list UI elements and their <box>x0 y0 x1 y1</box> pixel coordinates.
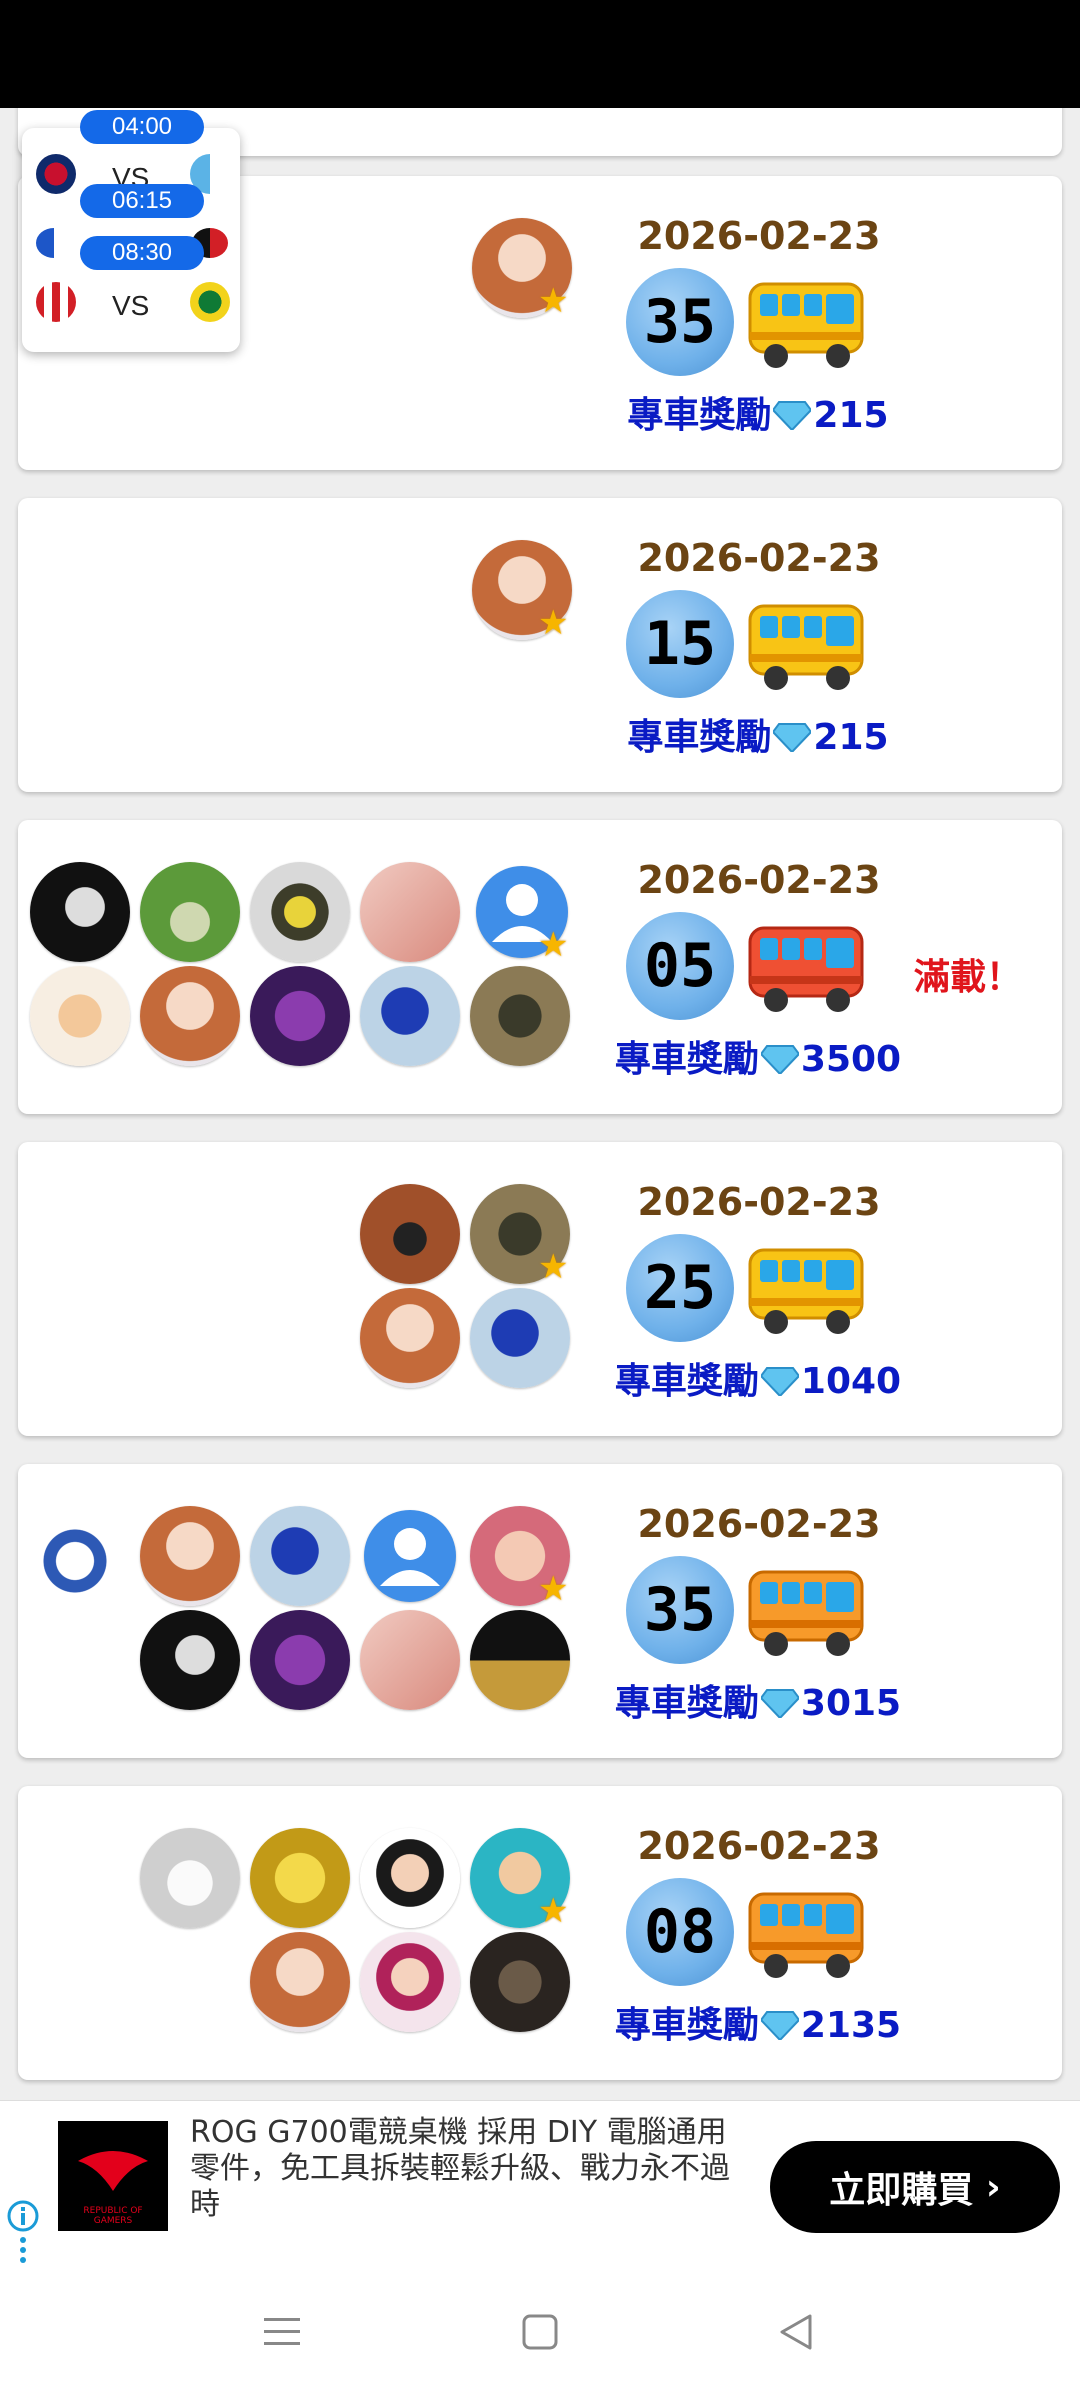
full-load-label: 滿載！ <box>913 957 1022 998</box>
avatar[interactable] <box>140 862 240 962</box>
star-icon: ★ <box>538 1247 569 1287</box>
avatar-default[interactable] <box>364 1510 456 1602</box>
avatar[interactable] <box>250 862 350 962</box>
bus-list[interactable]: ★ 2026-02-23 35 專車獎勵215 ★ 2026-02-23 15 <box>0 108 1080 2100</box>
diamond-icon <box>773 723 812 752</box>
star-icon: ★ <box>538 281 569 321</box>
star-icon: ★ <box>538 925 569 965</box>
team-crest-icon <box>36 228 72 258</box>
bus-card[interactable]: ★ 2026-02-23 25 專車獎勵 1040 <box>18 1142 1062 1436</box>
avatar[interactable] <box>360 1932 460 2032</box>
star-icon: ★ <box>538 1891 569 1931</box>
seat-number: 35 <box>626 268 734 376</box>
avatar[interactable] <box>360 1610 460 1710</box>
card-date: 2026-02-23 <box>637 1824 881 1868</box>
avatar[interactable] <box>470 1932 570 2032</box>
diamond-icon <box>760 2011 799 2040</box>
seat-number: 25 <box>626 1234 734 1342</box>
avatar[interactable] <box>30 1506 130 1606</box>
card-date: 2026-02-23 <box>637 536 881 580</box>
avatar[interactable] <box>250 1828 350 1928</box>
avatar[interactable] <box>250 1506 350 1606</box>
ad-brand-logo[interactable]: REPUBLIC OF GAMERS <box>58 2121 168 2231</box>
diamond-icon <box>760 1367 799 1396</box>
info-icon[interactable] <box>6 2199 40 2233</box>
avatar[interactable] <box>30 862 130 962</box>
diamond-icon <box>773 401 812 430</box>
diamond-icon <box>760 1689 799 1718</box>
reward-text: 專車獎勵 215 <box>627 395 889 436</box>
reward-text: 專車獎勵 215 <box>627 717 889 758</box>
avatar[interactable] <box>470 966 570 1066</box>
bus-icon <box>748 1570 864 1656</box>
bus-icon <box>748 1892 864 1978</box>
reward-text: 專車獎勵 1040 <box>614 1361 902 1402</box>
reward-text: 專車獎勵 3015 <box>614 1683 902 1724</box>
reward-text: 專車獎勵 3500 <box>614 1039 902 1080</box>
avatar[interactable] <box>140 1610 240 1710</box>
avatar[interactable] <box>360 1828 460 1928</box>
bus-card[interactable]: ★ 2026-02-23 08 專車獎勵 2135 <box>18 1786 1062 2080</box>
svg-text:REPUBLIC OF: REPUBLIC OF <box>83 2206 142 2216</box>
star-icon: ★ <box>538 1569 569 1609</box>
avatar[interactable] <box>250 1932 350 2032</box>
buy-now-button[interactable]: 立即購買 › <box>770 2141 1060 2233</box>
team-crest-icon <box>190 282 230 322</box>
bus-card[interactable]: ★ 2026-02-23 35 專車獎勵 3015 <box>18 1464 1062 1758</box>
user-icon <box>380 1528 440 1586</box>
bus-icon <box>748 604 864 690</box>
vs-label: VS <box>112 290 150 321</box>
ad-banner[interactable]: REPUBLIC OF GAMERS ROG G700電競桌機 採用 DIY 電… <box>0 2100 1080 2265</box>
navigation-bar <box>0 2264 1080 2400</box>
seat-number: 05 <box>626 912 734 1020</box>
bus-icon <box>748 282 864 368</box>
match-time-pill[interactable]: 04:00 <box>80 110 204 144</box>
team-crest-icon <box>36 154 76 194</box>
ad-description[interactable]: ROG G700電競桌機 採用 DIY 電腦通用零件，免工具拆裝輕鬆升級、戰力永… <box>190 2115 730 2223</box>
bus-card[interactable]: ★ 2026-02-23 05 滿載！ 專車獎勵 3500 <box>18 820 1062 1114</box>
avatar[interactable] <box>360 1288 460 1388</box>
card-date: 2026-02-23 <box>637 1502 881 1546</box>
back-icon[interactable] <box>776 2312 816 2352</box>
team-crest-icon <box>36 282 76 322</box>
reward-text: 專車獎勵 2135 <box>614 2005 902 2046</box>
avatar[interactable] <box>360 966 460 1066</box>
avatar[interactable] <box>360 862 460 962</box>
match-schedule-popup[interactable]: 04:00 VS 06:15 08:30 VS <box>22 110 240 352</box>
bus-icon <box>748 1248 864 1334</box>
match-time-pill[interactable]: 08:30 <box>80 236 204 270</box>
avatar[interactable] <box>360 1184 460 1284</box>
avatar[interactable] <box>140 966 240 1066</box>
avatar[interactable] <box>140 1828 240 1928</box>
recent-apps-icon[interactable] <box>262 2312 302 2352</box>
match-time-pill[interactable]: 06:15 <box>80 184 204 218</box>
home-icon[interactable] <box>520 2312 560 2352</box>
seat-number: 08 <box>626 1878 734 1986</box>
card-date: 2026-02-23 <box>637 1180 881 1224</box>
card-date: 2026-02-23 <box>637 214 881 258</box>
avatar[interactable] <box>140 1506 240 1606</box>
avatar[interactable] <box>250 966 350 1066</box>
seat-number: 15 <box>626 590 734 698</box>
avatar[interactable] <box>250 1610 350 1710</box>
avatar[interactable] <box>470 1288 570 1388</box>
seat-number: 35 <box>626 1556 734 1664</box>
diamond-icon <box>760 1045 799 1074</box>
chevron-right-icon: › <box>985 2166 1001 2208</box>
card-date: 2026-02-23 <box>637 858 881 902</box>
avatar[interactable] <box>470 1610 570 1710</box>
status-bar <box>0 0 1080 108</box>
avatar[interactable] <box>30 966 130 1066</box>
bus-card[interactable]: ★ 2026-02-23 15 專車獎勵 215 <box>18 498 1062 792</box>
bus-icon <box>748 926 864 1012</box>
svg-text:GAMERS: GAMERS <box>94 2216 133 2226</box>
more-options-icon[interactable] <box>16 2235 30 2265</box>
star-icon: ★ <box>538 603 569 643</box>
